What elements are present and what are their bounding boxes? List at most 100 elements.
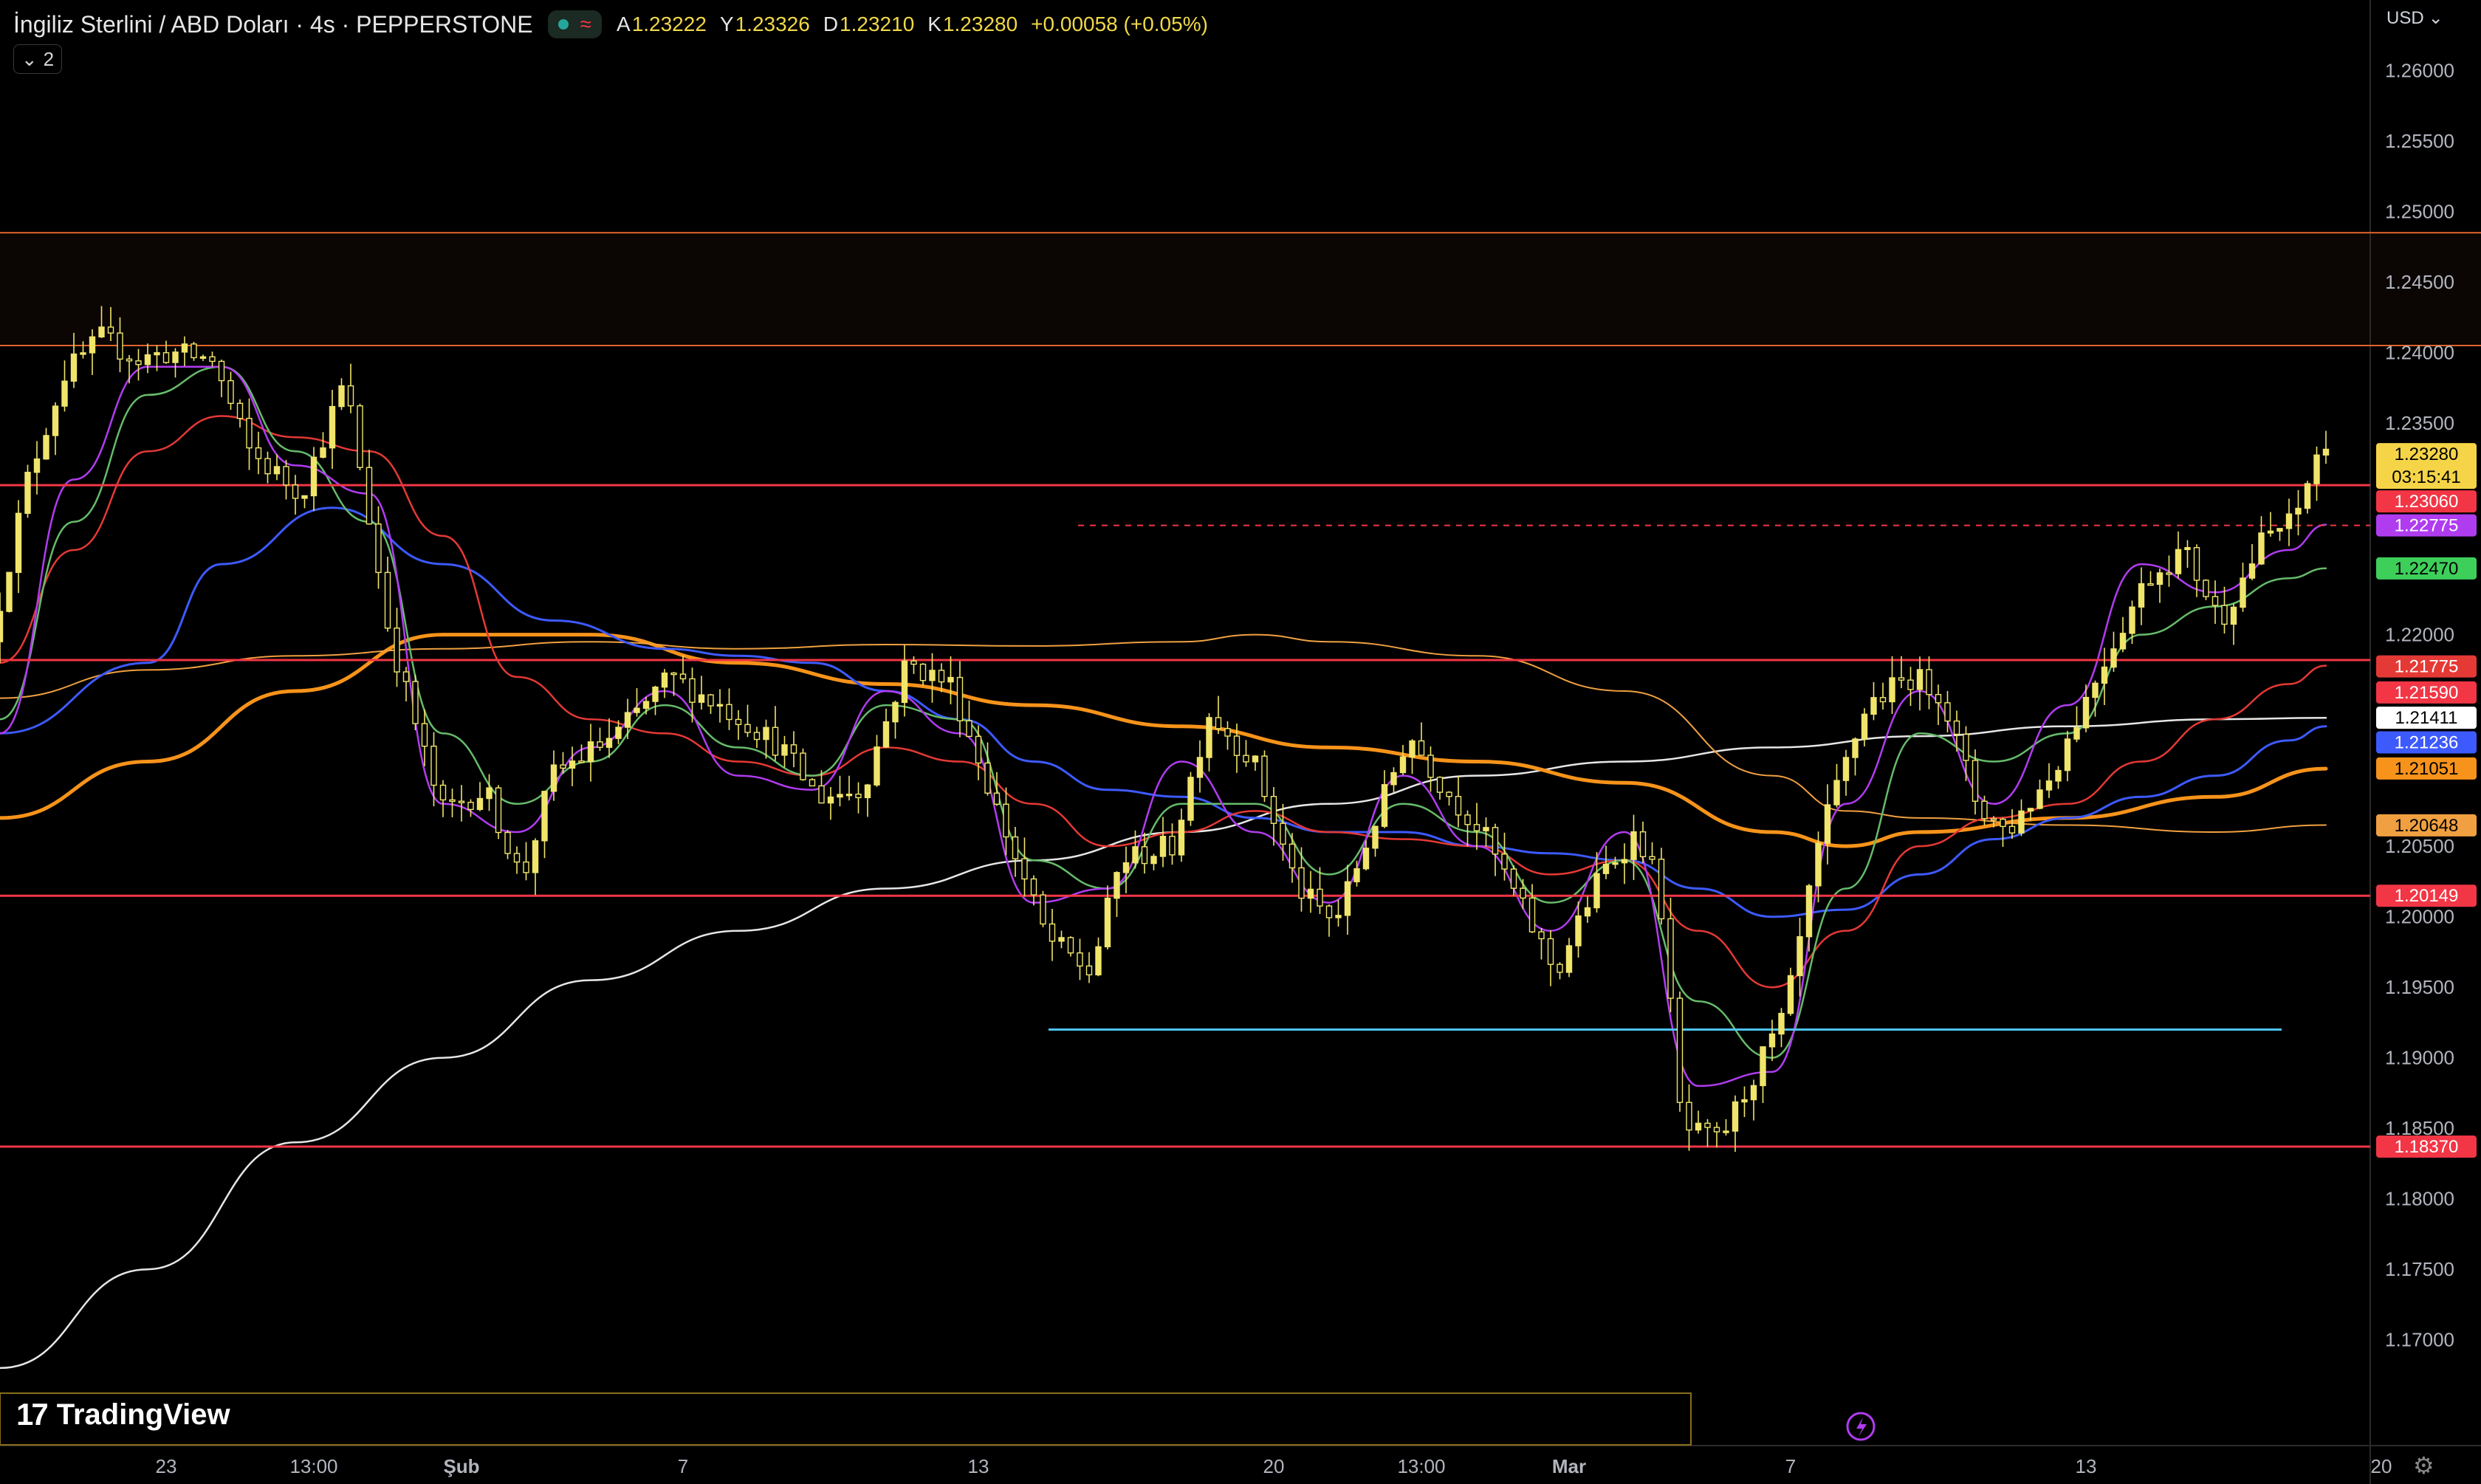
candle-body[interactable] bbox=[1565, 945, 1573, 973]
candle-body[interactable] bbox=[1870, 697, 1877, 715]
candle-body[interactable] bbox=[264, 458, 271, 475]
candle-body[interactable] bbox=[837, 794, 843, 798]
candle-body[interactable] bbox=[753, 732, 761, 741]
candle-body[interactable] bbox=[320, 447, 326, 458]
candle-body[interactable] bbox=[1557, 963, 1563, 973]
candle-body[interactable] bbox=[2276, 528, 2283, 532]
candle-body[interactable] bbox=[2008, 825, 2016, 834]
candle-body[interactable] bbox=[597, 741, 603, 748]
candle-body[interactable] bbox=[236, 402, 244, 419]
candle-body[interactable] bbox=[1760, 1046, 1766, 1087]
candle-body[interactable] bbox=[781, 744, 788, 756]
candle-body[interactable] bbox=[1528, 897, 1536, 932]
candle-body[interactable] bbox=[495, 787, 502, 834]
candle-body[interactable] bbox=[347, 385, 354, 407]
candle-body[interactable] bbox=[2193, 547, 2200, 581]
candle-body[interactable] bbox=[1150, 856, 1157, 865]
candle-body[interactable] bbox=[1501, 853, 1508, 870]
candle-body[interactable] bbox=[1907, 679, 1914, 690]
candle-body[interactable] bbox=[227, 379, 234, 405]
candle-body[interactable] bbox=[901, 660, 908, 704]
candle-body[interactable] bbox=[1344, 881, 1351, 916]
candle-body[interactable] bbox=[975, 735, 982, 764]
candle-body[interactable] bbox=[642, 701, 650, 709]
candle-body[interactable] bbox=[1372, 825, 1379, 849]
candle-body[interactable] bbox=[486, 787, 493, 800]
candle-body[interactable] bbox=[1621, 859, 1628, 864]
candle-body[interactable] bbox=[809, 779, 816, 787]
candle-body[interactable] bbox=[2156, 572, 2163, 585]
candle-body[interactable] bbox=[366, 467, 373, 525]
candle-body[interactable] bbox=[61, 380, 68, 407]
candle-body[interactable] bbox=[707, 694, 714, 707]
candle-body[interactable] bbox=[2322, 448, 2330, 456]
candle-body[interactable] bbox=[135, 360, 142, 365]
gear-icon[interactable]: ⚙ bbox=[2413, 1452, 2434, 1480]
candle-body[interactable] bbox=[523, 861, 529, 873]
candle-body[interactable] bbox=[956, 676, 964, 721]
candle-body[interactable] bbox=[1243, 755, 1249, 763]
candle-body[interactable] bbox=[1612, 862, 1619, 865]
candle-body[interactable] bbox=[800, 752, 806, 780]
candle-body[interactable] bbox=[1261, 755, 1268, 797]
ma-orange-line[interactable] bbox=[0, 633, 2328, 848]
candle-body[interactable] bbox=[1750, 1085, 1757, 1101]
candle-body[interactable] bbox=[1649, 856, 1655, 860]
candle-body[interactable] bbox=[24, 472, 31, 514]
candle-body[interactable] bbox=[1049, 923, 1056, 942]
candle-body[interactable] bbox=[80, 352, 86, 355]
candle-body[interactable] bbox=[2295, 507, 2302, 515]
candle-body[interactable] bbox=[818, 785, 825, 804]
candle-body[interactable] bbox=[504, 831, 511, 854]
candle-body[interactable] bbox=[2129, 606, 2135, 634]
candle-body[interactable] bbox=[1963, 733, 1969, 761]
ma-white-line[interactable] bbox=[0, 717, 2327, 1370]
candle-body[interactable] bbox=[1815, 842, 1822, 887]
candle-body[interactable] bbox=[652, 686, 659, 702]
candle-body[interactable] bbox=[199, 356, 207, 359]
candle-body[interactable] bbox=[1972, 760, 1979, 802]
candle-body[interactable] bbox=[449, 799, 456, 803]
candle-body[interactable] bbox=[1446, 791, 1452, 797]
candle-body[interactable] bbox=[1040, 894, 1046, 925]
tradingview-logo[interactable]: 17 TradingView bbox=[16, 1394, 230, 1435]
ma-red-line[interactable] bbox=[0, 415, 2327, 989]
candle-body[interactable] bbox=[2073, 727, 2080, 740]
candle-body[interactable] bbox=[1233, 735, 1240, 756]
candle-body[interactable] bbox=[2175, 549, 2182, 574]
candle-body[interactable] bbox=[2064, 738, 2071, 772]
candle-body[interactable] bbox=[2092, 682, 2099, 698]
candle-body[interactable] bbox=[1122, 862, 1130, 873]
candle-body[interactable] bbox=[1797, 936, 1803, 977]
candle-body[interactable] bbox=[1658, 859, 1665, 920]
candle-body[interactable] bbox=[763, 726, 769, 741]
candle-body[interactable] bbox=[1778, 1012, 1785, 1035]
candle-body[interactable] bbox=[624, 712, 631, 728]
candle-body[interactable] bbox=[1409, 740, 1415, 758]
candle-body[interactable] bbox=[2184, 547, 2191, 551]
candle-body[interactable] bbox=[2027, 808, 2034, 812]
candle-body[interactable] bbox=[1353, 868, 1360, 882]
candle-body[interactable] bbox=[993, 792, 1001, 805]
candle-body[interactable] bbox=[292, 484, 299, 499]
candle-body[interactable] bbox=[1427, 755, 1434, 778]
candle-body[interactable] bbox=[1944, 702, 1951, 722]
candle-body[interactable] bbox=[874, 746, 880, 786]
candle-body[interactable] bbox=[1021, 858, 1028, 880]
candle-body[interactable] bbox=[98, 326, 105, 337]
candle-body[interactable] bbox=[1713, 1127, 1720, 1133]
candle-body[interactable] bbox=[1030, 878, 1037, 896]
candle-body[interactable] bbox=[984, 762, 991, 794]
candle-body[interactable] bbox=[1879, 697, 1887, 703]
candle-body[interactable] bbox=[827, 796, 834, 804]
candle-body[interactable] bbox=[578, 760, 585, 763]
candle-body[interactable] bbox=[1325, 905, 1333, 918]
candle-body[interactable] bbox=[1723, 1130, 1729, 1133]
candle-body[interactable] bbox=[70, 353, 78, 382]
candle-body[interactable] bbox=[1104, 897, 1111, 948]
candle-body[interactable] bbox=[6, 571, 13, 612]
candle-body[interactable] bbox=[412, 681, 419, 724]
candle-body[interactable] bbox=[255, 447, 262, 459]
candle-body[interactable] bbox=[1593, 873, 1600, 909]
candle-body[interactable] bbox=[634, 707, 640, 713]
